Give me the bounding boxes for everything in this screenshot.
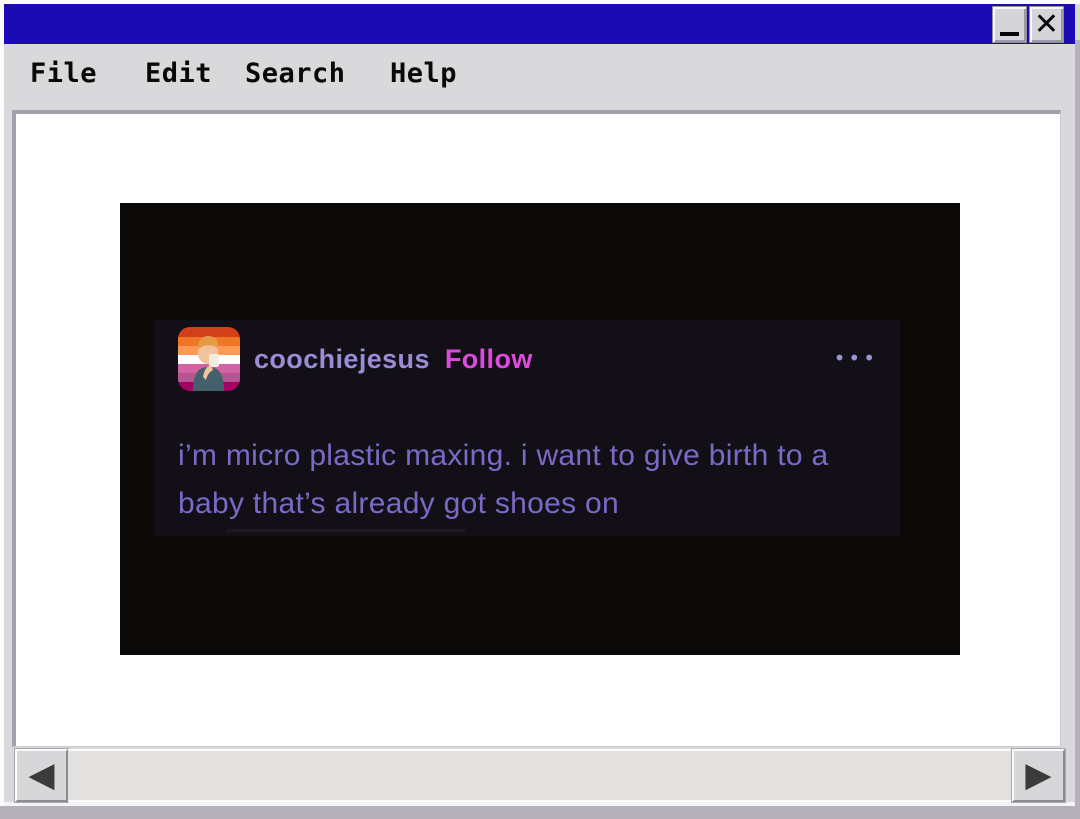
bobby-hill-lesbian-flag-avatar-icon <box>178 327 240 391</box>
tumblr-post-card: coochiejesus Follow ••• i’m micro plasti… <box>154 320 900 536</box>
menubar: File Edit Search Help <box>4 44 1075 110</box>
post-body-line-1: i’m micro plastic maxing. i want to give… <box>178 439 829 472</box>
window-frame-edge-left <box>0 0 4 819</box>
avatar <box>178 327 240 391</box>
post-underline-artifact <box>226 529 466 532</box>
menu-item-file[interactable]: File <box>30 58 97 89</box>
close-icon: ✕ <box>1033 6 1060 42</box>
post-body-line-2: baby that’s already got shoes on <box>178 487 620 520</box>
viewer-canvas: coochiejesus Follow ••• i’m micro plasti… <box>12 110 1061 747</box>
username-text: coochiejesus <box>254 344 430 374</box>
minimize-button[interactable] <box>993 7 1026 42</box>
left-arrow-icon: ◀ <box>28 754 55 795</box>
follow-label: Follow <box>444 344 533 374</box>
menu-item-help[interactable]: Help <box>390 58 457 89</box>
right-arrow-icon: ▶ <box>1025 754 1052 795</box>
meme-image: coochiejesus Follow ••• i’m micro plasti… <box>120 203 960 655</box>
scrollbar-track[interactable] <box>68 749 1012 802</box>
app-window: ✕ File Edit Search Help coochiejesus Fol… <box>0 0 1080 819</box>
menu-item-edit[interactable]: Edit <box>145 58 212 89</box>
scroll-left-button[interactable]: ◀ <box>15 749 68 802</box>
post-header: coochiejesus Follow <box>254 344 533 375</box>
scroll-right-button[interactable]: ▶ <box>1012 749 1065 802</box>
post-body: i’m micro plastic maxing. i want to give… <box>178 432 888 528</box>
titlebar[interactable]: ✕ <box>4 4 1075 44</box>
minimize-icon <box>1000 32 1019 36</box>
window-frame-edge-bottom <box>0 806 1080 819</box>
menu-item-search[interactable]: Search <box>245 58 346 89</box>
close-button[interactable]: ✕ <box>1030 7 1063 42</box>
more-options-icon: ••• <box>833 346 878 370</box>
window-frame-edge-right <box>1075 40 1080 819</box>
